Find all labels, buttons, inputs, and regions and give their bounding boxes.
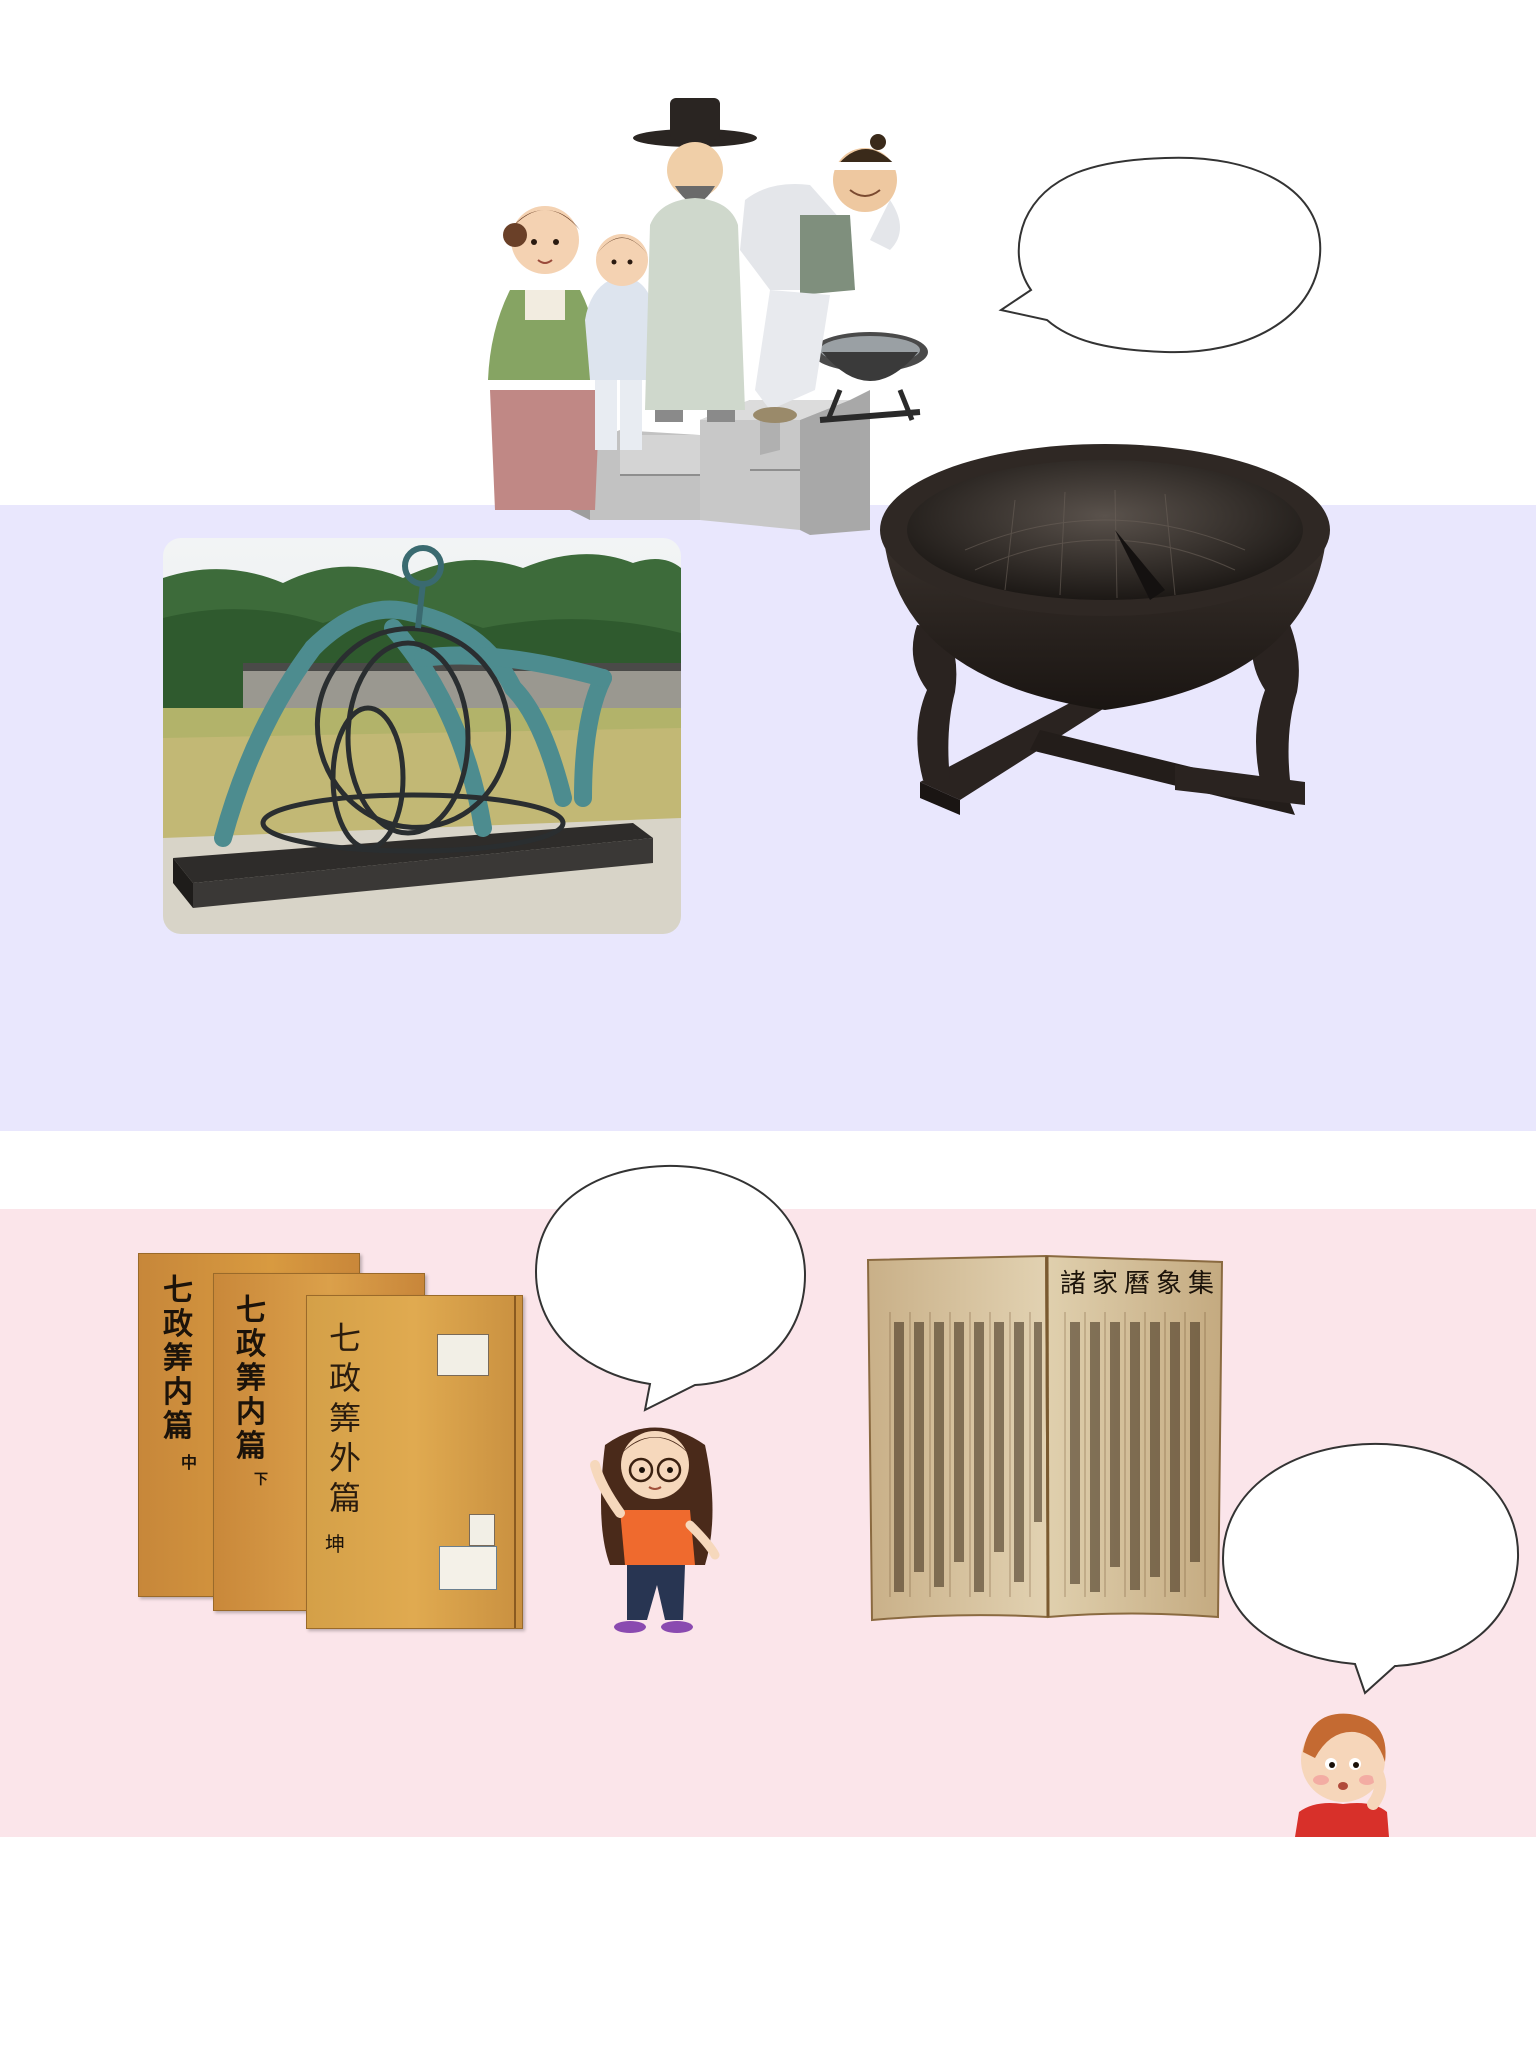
woman-in-hanbok xyxy=(488,206,602,510)
speech-bubble-top-right xyxy=(998,156,1322,354)
book-2-title: 七政筭内篇 xyxy=(236,1293,266,1464)
speech-bubble-girl xyxy=(534,1164,807,1412)
library-label-bottom xyxy=(439,1546,497,1590)
old-books-photo: 七政筭内篇 中 七政筭内篇 下 七政筭外篇 坤 xyxy=(138,1253,523,1629)
book-2-volume: 下 xyxy=(254,1472,268,1488)
boy-character xyxy=(1295,1713,1389,1837)
library-label-small xyxy=(469,1514,495,1546)
scholar-with-gat xyxy=(633,98,757,422)
bronze-sundial-photo xyxy=(880,444,1330,815)
open-old-book-photo: 諸家曆象集 xyxy=(866,1254,1224,1622)
speech-bubble-boy xyxy=(1221,1442,1520,1695)
child-in-hanbok xyxy=(585,234,656,450)
library-label-top xyxy=(437,1334,489,1376)
book-1-volume: 中 xyxy=(181,1453,198,1472)
book-3-title: 七政筭外篇 xyxy=(329,1319,362,1517)
book-3: 七政筭外篇 坤 xyxy=(306,1295,523,1629)
book-3-volume: 坤 xyxy=(325,1532,345,1556)
book-1-title: 七政筭内篇 xyxy=(163,1273,193,1444)
girl-character xyxy=(590,1427,720,1633)
open-book-heading: 諸家曆象集 xyxy=(1060,1269,1220,1299)
book-3-binding xyxy=(514,1296,516,1628)
armillary-sphere-photo xyxy=(163,538,681,934)
